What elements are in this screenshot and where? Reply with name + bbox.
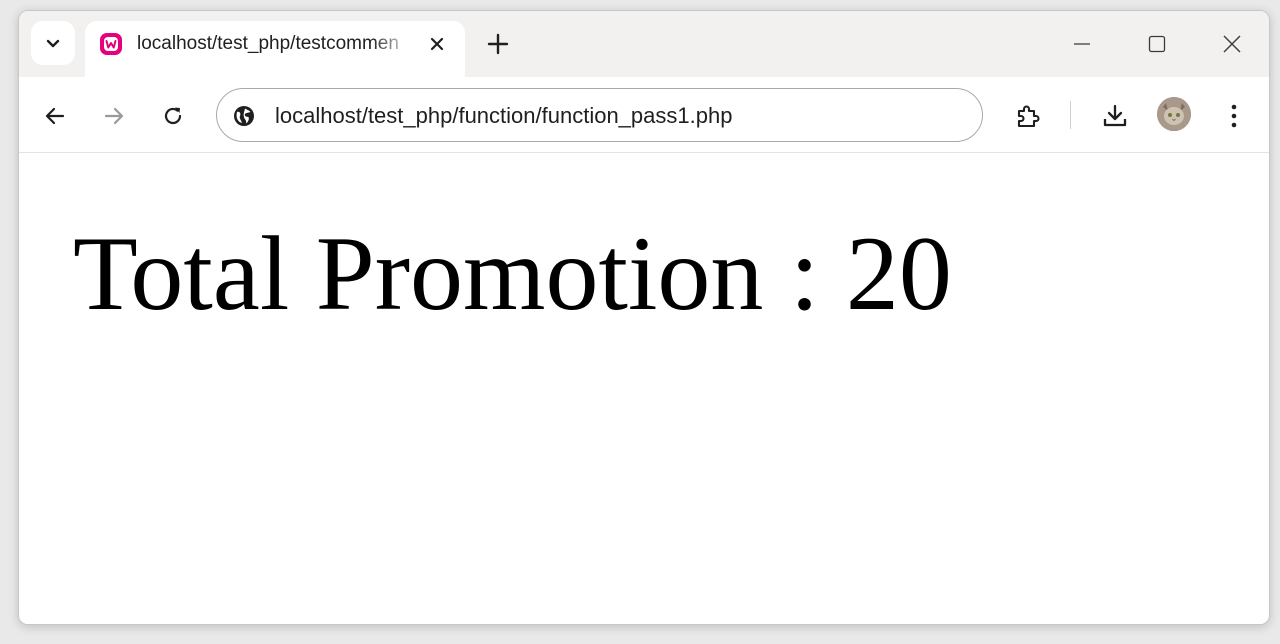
new-tab-button[interactable] xyxy=(485,31,511,57)
browser-window: localhost/test_php/testcommen localhost/… xyxy=(18,10,1270,625)
reload-button[interactable] xyxy=(158,101,188,131)
maximize-icon xyxy=(1147,34,1167,54)
page-content: Total Promotion : 20 xyxy=(19,154,1269,624)
extensions-icon xyxy=(1014,102,1042,130)
address-bar[interactable]: localhost/test_php/function/function_pas… xyxy=(216,88,983,142)
wampserver-icon xyxy=(99,32,123,56)
profile-avatar[interactable] xyxy=(1157,97,1191,131)
tab-search-button[interactable] xyxy=(31,21,75,65)
page-heading: Total Promotion : 20 xyxy=(73,215,952,332)
reload-icon xyxy=(161,104,185,128)
forward-button[interactable] xyxy=(99,101,129,131)
maximize-button[interactable] xyxy=(1144,31,1170,57)
back-icon xyxy=(43,104,67,128)
window-close-button[interactable] xyxy=(1219,31,1245,57)
url-text[interactable]: localhost/test_php/function/function_pas… xyxy=(275,103,732,129)
close-icon xyxy=(1222,34,1242,54)
minimize-icon xyxy=(1072,34,1092,54)
download-icon xyxy=(1101,102,1129,130)
toolbar-divider xyxy=(1070,101,1071,129)
tab-close-icon[interactable] xyxy=(425,32,449,56)
toolbar: localhost/test_php/function/function_pas… xyxy=(19,77,1269,153)
globe-icon[interactable] xyxy=(231,103,257,129)
downloads-button[interactable] xyxy=(1100,101,1130,131)
menu-icon xyxy=(1229,103,1239,129)
tab-title: localhost/test_php/testcommen xyxy=(137,33,399,54)
menu-button[interactable] xyxy=(1219,101,1249,131)
minimize-button[interactable] xyxy=(1069,31,1095,57)
tab-strip: localhost/test_php/testcommen xyxy=(19,11,1269,79)
forward-icon xyxy=(102,104,126,128)
plus-icon xyxy=(487,33,509,55)
extensions-button[interactable] xyxy=(1013,101,1043,131)
chevron-down-icon xyxy=(45,35,61,51)
back-button[interactable] xyxy=(40,101,70,131)
tab-active[interactable]: localhost/test_php/testcommen xyxy=(85,21,465,79)
